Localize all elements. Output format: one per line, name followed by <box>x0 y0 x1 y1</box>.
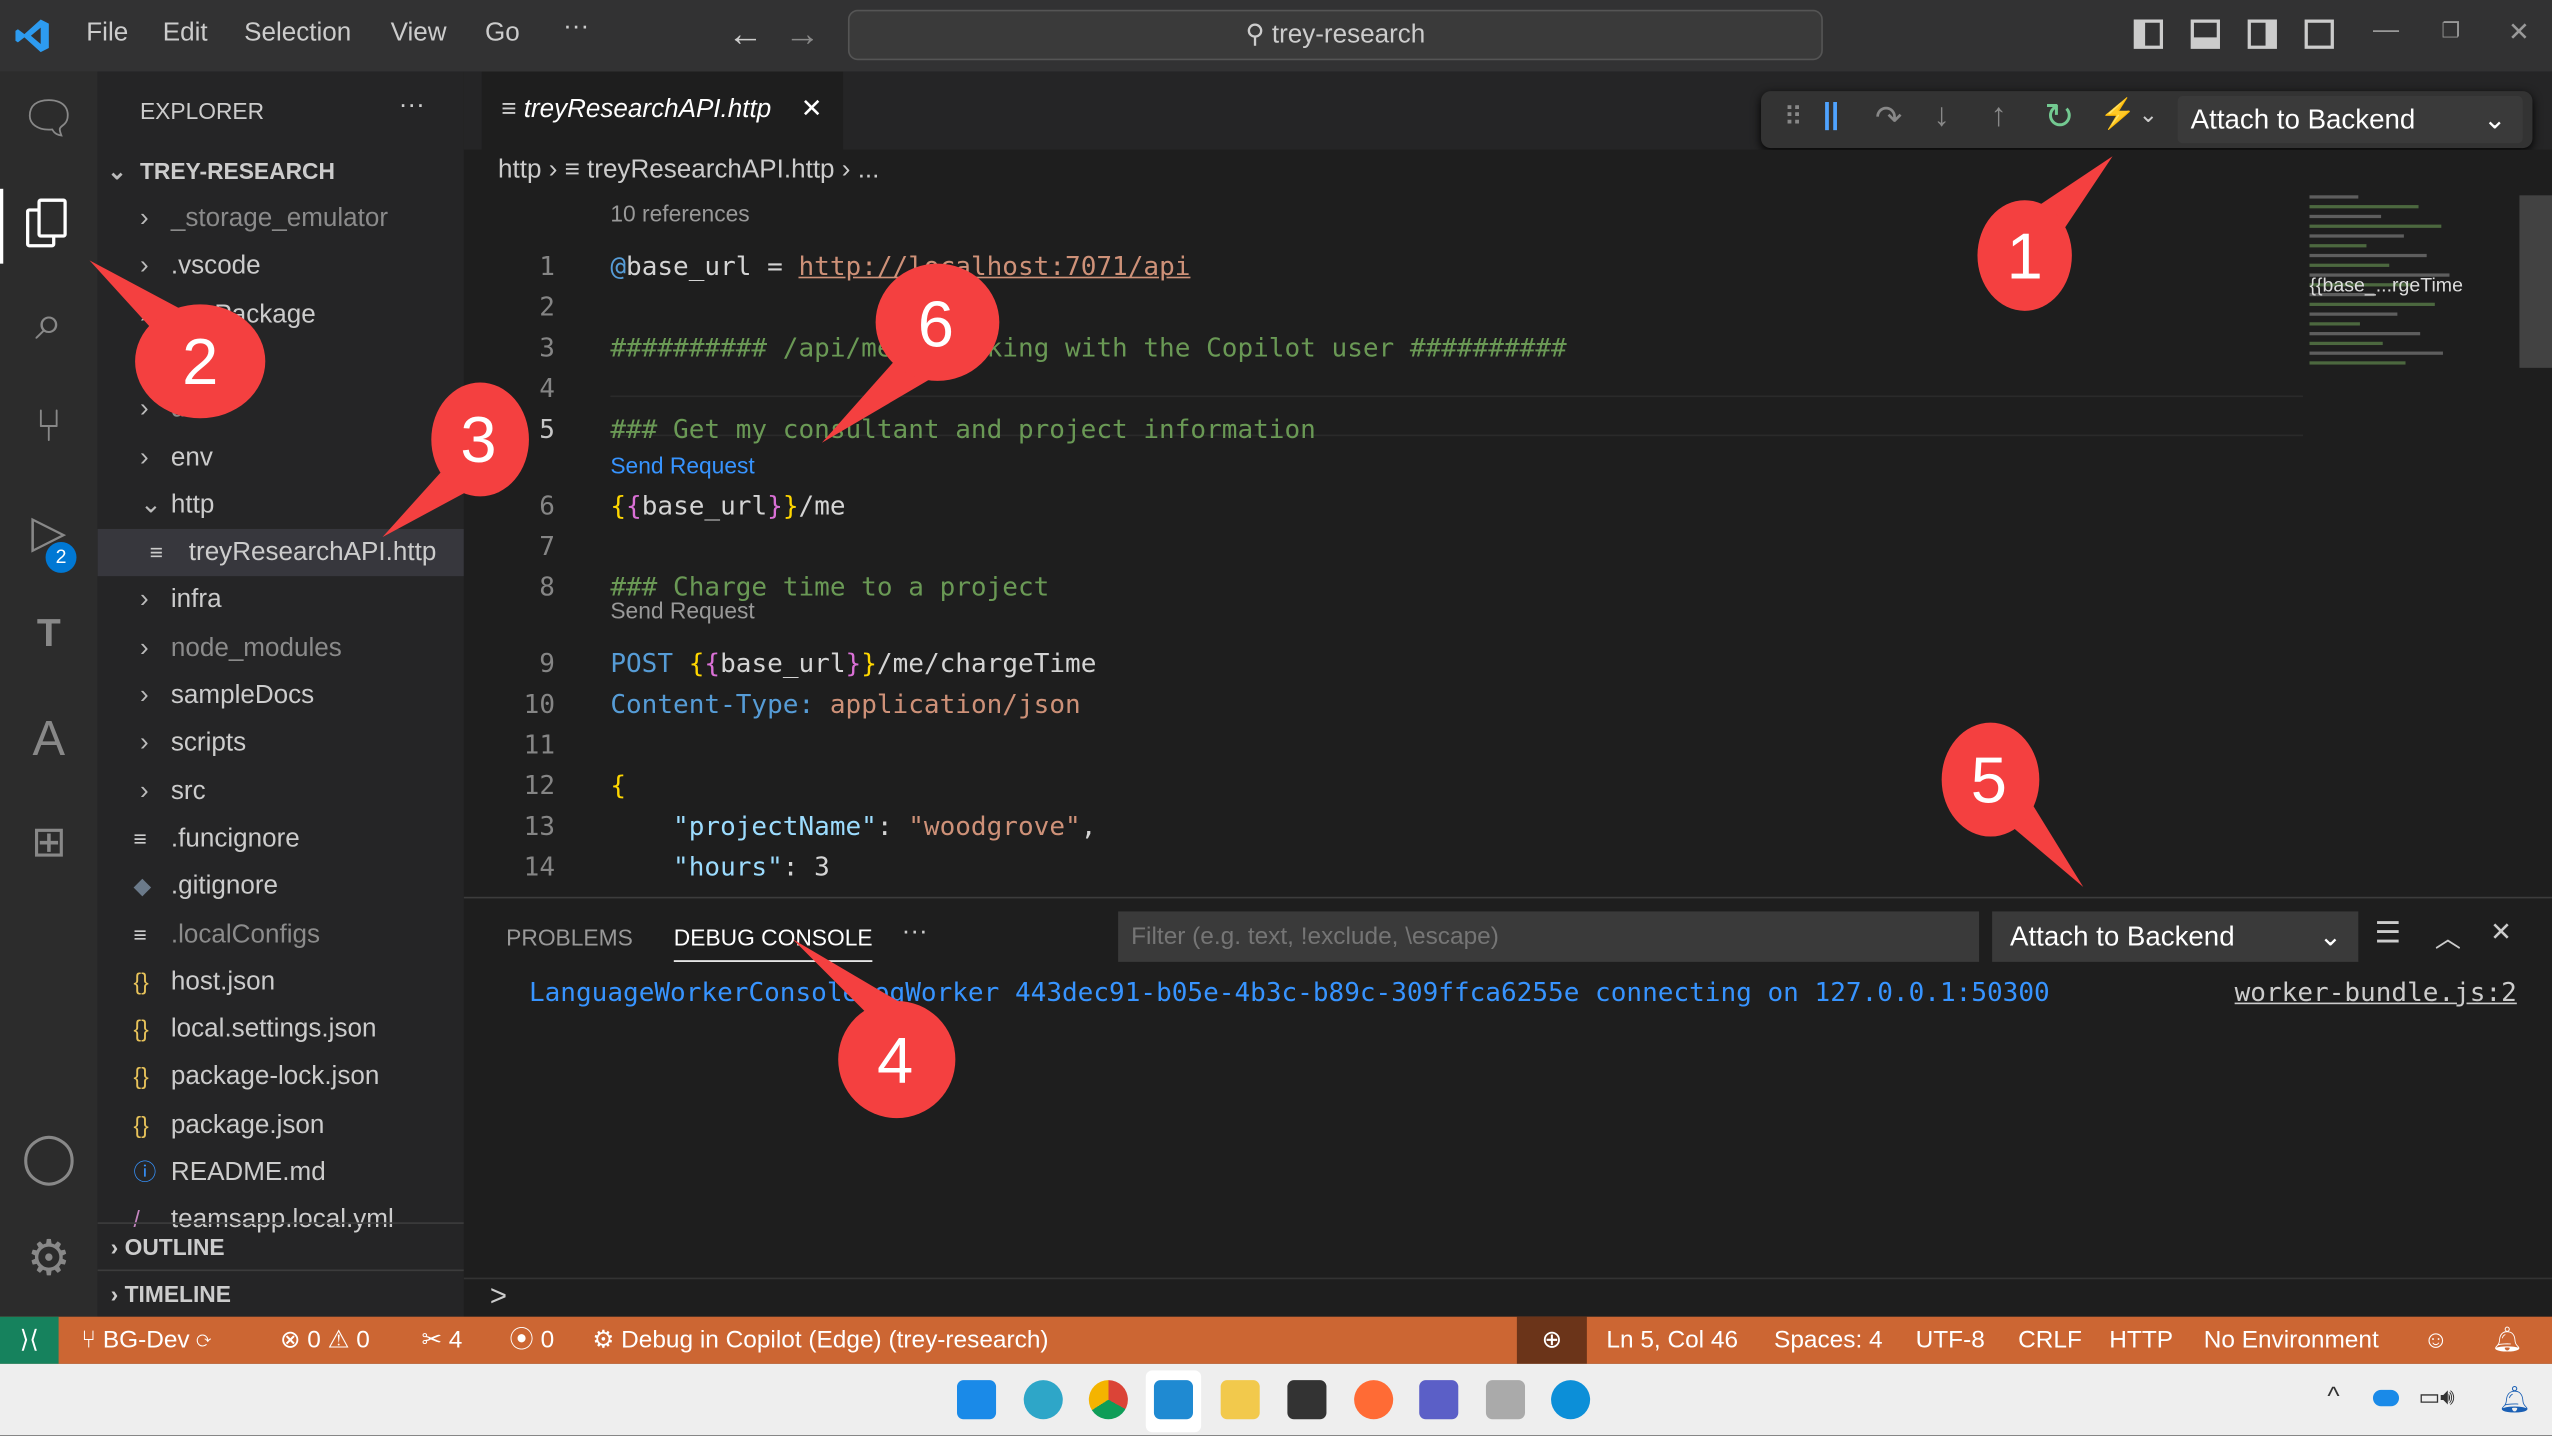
callout-2: 2 <box>89 260 266 419</box>
annotation-callouts: 1 2 3 4 5 6 <box>89 156 2113 1119</box>
svg-text:3: 3 <box>460 403 496 476</box>
svg-text:6: 6 <box>918 288 954 361</box>
callout-4: 4 <box>792 939 956 1119</box>
callout-6: 6 <box>821 263 1000 443</box>
svg-text:5: 5 <box>1971 743 2007 816</box>
svg-text:4: 4 <box>877 1023 913 1096</box>
callout-5: 5 <box>1941 722 2084 888</box>
svg-text:1: 1 <box>2007 219 2043 292</box>
callout-1: 1 <box>1977 156 2113 311</box>
svg-text:2: 2 <box>182 325 218 398</box>
callout-3: 3 <box>382 382 529 538</box>
